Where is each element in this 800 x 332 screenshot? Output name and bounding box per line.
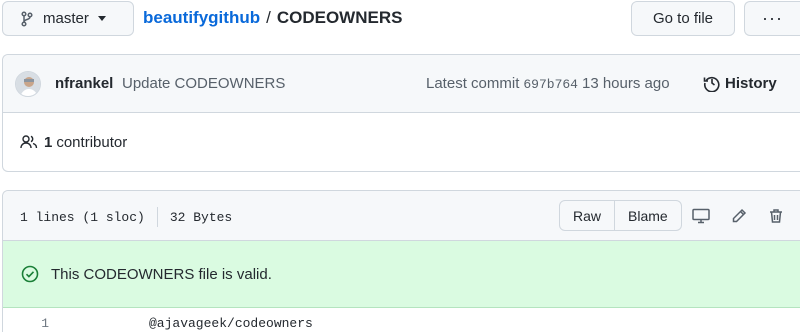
latest-commit-label: Latest commit <box>426 75 520 92</box>
code-line: 1 @ajavageek/codeowners <box>3 308 800 332</box>
commit-author[interactable]: nfrankel <box>55 75 113 92</box>
breadcrumb: beautifygithub / CODEOWNERS <box>143 8 402 28</box>
file-info: 1 lines (1 sloc) 32 Bytes <box>20 207 232 227</box>
commit-sha[interactable]: 697b764 <box>523 77 578 92</box>
people-icon <box>20 135 38 149</box>
contributor-label: contributor <box>56 133 128 151</box>
file-header: 1 lines (1 sloc) 32 Bytes Raw Blame <box>3 191 800 241</box>
breadcrumb-separator: / <box>266 8 271 27</box>
commit-meta: Latest commit 697b764 13 hours ago <box>426 75 670 92</box>
commit-box: nfrankel Update CODEOWNERS Latest commit… <box>2 54 800 172</box>
repo-link[interactable]: beautifygithub <box>143 8 260 28</box>
validation-message: This CODEOWNERS file is valid. <box>51 265 272 283</box>
desktop-button[interactable] <box>690 205 712 227</box>
file-name: CODEOWNERS <box>276 8 403 27</box>
raw-button[interactable]: Raw <box>560 201 614 230</box>
check-circle-icon <box>21 265 39 283</box>
kebab-icon: ··· <box>762 8 783 28</box>
pencil-icon <box>732 208 747 223</box>
avatar[interactable] <box>15 71 41 97</box>
line-number[interactable]: 1 <box>3 316 49 331</box>
commit-time: 13 hours ago <box>581 75 670 92</box>
edit-button[interactable] <box>728 205 750 227</box>
history-link[interactable]: History <box>703 74 777 92</box>
latest-commit-row: nfrankel Update CODEOWNERS Latest commit… <box>3 55 800 113</box>
contributors-row: 1 contributor <box>3 113 800 171</box>
commit-message[interactable]: Update CODEOWNERS <box>122 75 285 92</box>
topbar: master beautifygithub / CODEOWNERS Go to… <box>0 0 800 38</box>
file-size: 32 Bytes <box>169 209 233 225</box>
history-label: History <box>725 74 777 92</box>
go-to-file-button[interactable]: Go to file <box>631 1 735 36</box>
file-action-group: Raw Blame <box>559 200 682 231</box>
branch-select-button[interactable]: master <box>2 1 134 36</box>
contributor-count: 1 <box>44 133 53 151</box>
more-options-button[interactable]: ··· <box>744 1 800 36</box>
delete-button[interactable] <box>765 205 787 227</box>
code-content: @ajavageek/codeowners <box>149 315 313 331</box>
desktop-icon <box>692 208 710 224</box>
line-count: 1 lines (1 sloc) <box>20 209 145 225</box>
chevron-down-icon <box>97 16 106 21</box>
validation-banner: This CODEOWNERS file is valid. <box>3 241 800 308</box>
file-box: 1 lines (1 sloc) 32 Bytes Raw Blame This… <box>2 190 800 332</box>
trash-icon <box>770 209 782 223</box>
history-icon <box>703 76 720 92</box>
branch-icon <box>21 10 33 27</box>
blame-button[interactable]: Blame <box>614 201 681 230</box>
divider <box>156 207 158 227</box>
branch-name: master <box>43 10 89 27</box>
